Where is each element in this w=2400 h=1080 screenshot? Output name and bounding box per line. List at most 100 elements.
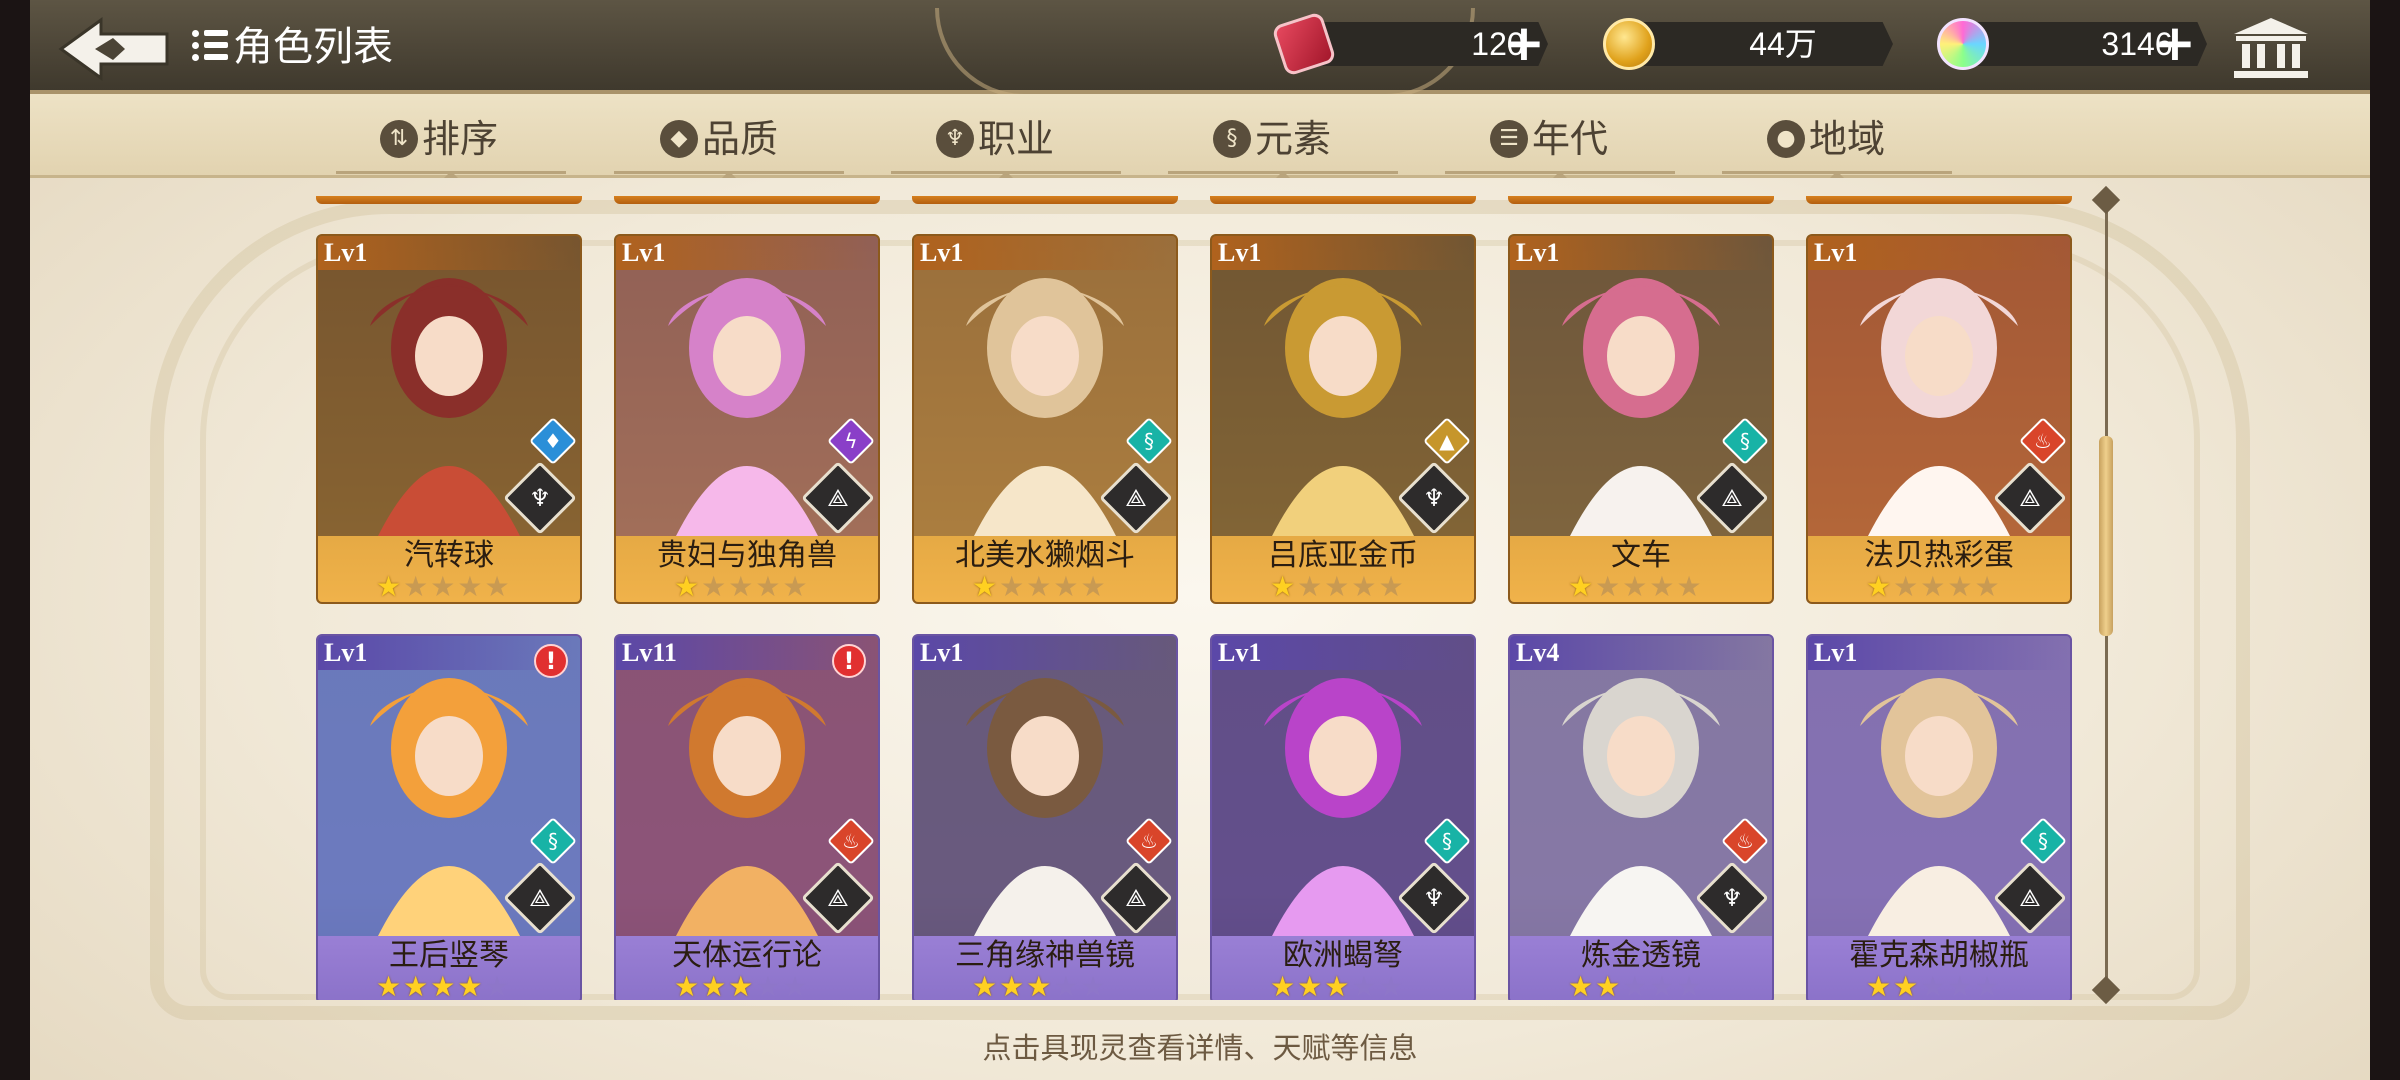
- list-icon: [192, 30, 228, 64]
- tab-divider: [1722, 171, 1952, 178]
- star-empty-icon: ★: [1649, 570, 1675, 603]
- star-empty-icon: ★: [1893, 570, 1919, 603]
- alert-icon: !: [534, 644, 568, 678]
- scrollbar[interactable]: [2091, 185, 2121, 1005]
- star-empty-icon: ★: [1080, 970, 1106, 1001]
- gold-coin-icon: [1603, 18, 1655, 70]
- filter-bar: ⇅ 排序 ◆ 品质 ♆ 职业 § 元素 ☰ 年代 ● 地域: [30, 94, 2370, 178]
- character-card[interactable]: Lv1 ▲ ♆ 吕底亚金币 ★ ★ ★ ★ ★: [1210, 234, 1476, 604]
- star-filled-icon: ★: [403, 970, 429, 1001]
- star-empty-icon: ★: [1378, 970, 1404, 1001]
- character-card[interactable]: Lv1 § ⟁ 文车 ★ ★ ★ ★ ★: [1508, 234, 1774, 604]
- star-empty-icon: ★: [1595, 570, 1621, 603]
- rainbow-gem-icon: [1937, 18, 1989, 70]
- character-card[interactable]: Lv1 § ♆ 欧洲蝎弩 ★ ★ ★ ★ ★: [1210, 634, 1476, 1000]
- character-card[interactable]: Lv1 ♦ ♆ 汽转球 ★ ★ ★ ★ ★: [316, 234, 582, 604]
- tab-label: 年代: [1532, 117, 1609, 161]
- star-empty-icon: ★: [430, 570, 456, 603]
- star-rating: ★ ★ ★ ★ ★: [1270, 572, 1404, 602]
- level-label: Lv1: [318, 236, 580, 270]
- star-empty-icon: ★: [1676, 570, 1702, 603]
- star-empty-icon: ★: [728, 570, 754, 603]
- character-card[interactable]: Lv1 ϟ ⟁ 贵妇与独角兽 ★ ★ ★ ★ ★: [614, 234, 880, 604]
- star-empty-icon: ★: [1080, 570, 1106, 603]
- star-filled-icon: ★: [701, 970, 727, 1001]
- sort-icon: ⇅: [380, 120, 418, 158]
- star-filled-icon: ★: [1893, 970, 1919, 1001]
- level-label: Lv1: [1808, 636, 2070, 670]
- star-filled-icon: ★: [1568, 570, 1594, 603]
- level-label: Lv1: [1808, 236, 2070, 270]
- star-filled-icon: ★: [674, 970, 700, 1001]
- page-title: 角色列表: [233, 24, 393, 70]
- star-empty-icon: ★: [1351, 970, 1377, 1001]
- character-card[interactable]: Lv11 ♨ ⟁! 天体运行论 ★ ★ ★ ★ ★: [614, 634, 880, 1000]
- tab-class[interactable]: ♆ 职业: [936, 114, 1054, 164]
- character-card[interactable]: Lv1 ♨ ⟁ 三角缘神兽镜 ★ ★ ★ ★ ★: [912, 634, 1178, 1000]
- tab-era[interactable]: ☰ 年代: [1490, 114, 1608, 164]
- star-filled-icon: ★: [1595, 970, 1621, 1001]
- add-ticket-button[interactable]: +: [1502, 18, 1546, 68]
- character-card[interactable]: Lv1 § ⟁! 王后竖琴 ★ ★ ★ ★ ★: [316, 634, 582, 1000]
- star-filled-icon: ★: [376, 970, 402, 1001]
- star-filled-icon: ★: [728, 970, 754, 1001]
- star-empty-icon: ★: [1622, 970, 1648, 1001]
- star-filled-icon: ★: [1270, 970, 1296, 1001]
- character-card[interactable]: Lv4 ♨ ♆ 炼金透镜 ★ ★ ★ ★ ★: [1508, 634, 1774, 1000]
- level-label: Lv4: [1510, 636, 1772, 670]
- scroll-thumb[interactable]: [2099, 436, 2113, 636]
- ticket-value: 120: [1471, 26, 1525, 62]
- star-filled-icon: ★: [1026, 970, 1052, 1001]
- star-rating: ★ ★ ★ ★ ★: [674, 572, 808, 602]
- star-filled-icon: ★: [1324, 970, 1350, 1001]
- tab-element[interactable]: § 元素: [1213, 114, 1331, 164]
- level-label: Lv1: [914, 236, 1176, 270]
- region-icon: ●: [1767, 120, 1805, 158]
- tab-region[interactable]: ● 地域: [1767, 114, 1885, 164]
- footer-hint: 点击具现灵查看详情、天赋等信息: [982, 1031, 1418, 1065]
- character-card[interactable]: Lv1 ♨ ⟁ 法贝热彩蛋 ★ ★ ★ ★ ★: [1806, 234, 2072, 604]
- tab-label: 排序: [422, 117, 499, 161]
- star-empty-icon: ★: [1026, 570, 1052, 603]
- star-rating: ★ ★ ★ ★ ★: [972, 572, 1106, 602]
- tab-label: 元素: [1255, 117, 1332, 161]
- star-rating: ★ ★ ★ ★ ★: [376, 970, 510, 1001]
- tab-sort[interactable]: ⇅ 排序: [380, 114, 498, 164]
- star-empty-icon: ★: [1297, 570, 1323, 603]
- character-grid[interactable]: Lv1 ♦ ♆ 汽转球 ★ ★ ★ ★ ★ Lv1 ϟ ⟁ 贵妇与独角兽 ★ ★ ★ ★ ★ Lv1 § ⟁ 北美水獭烟斗…: [316, 196, 2076, 1000]
- tab-quality[interactable]: ◆ 品质: [660, 114, 778, 164]
- star-empty-icon: ★: [1676, 970, 1702, 1001]
- alert-icon: !: [832, 644, 866, 678]
- gold-value: 44万: [1749, 26, 1817, 62]
- star-filled-icon: ★: [1297, 970, 1323, 1001]
- star-empty-icon: ★: [1920, 970, 1946, 1001]
- back-button[interactable]: [55, 14, 175, 84]
- star-filled-icon: ★: [1866, 970, 1892, 1001]
- star-empty-icon: ★: [1974, 970, 2000, 1001]
- star-rating: ★ ★ ★ ★ ★: [1568, 572, 1702, 602]
- bank-icon[interactable]: [2232, 16, 2310, 80]
- level-label: Lv1: [1510, 236, 1772, 270]
- character-card[interactable]: Lv1 § ⟁ 霍克森胡椒瓶 ★ ★ ★ ★ ★: [1806, 634, 2072, 1000]
- star-empty-icon: ★: [457, 570, 483, 603]
- star-rating: ★ ★ ★ ★ ★: [1270, 970, 1404, 1001]
- tab-label: 品质: [702, 117, 779, 161]
- star-empty-icon: ★: [1378, 570, 1404, 603]
- star-empty-icon: ★: [999, 570, 1025, 603]
- star-empty-icon: ★: [403, 570, 429, 603]
- character-card[interactable]: Lv1 § ⟁ 北美水獭烟斗 ★ ★ ★ ★ ★: [912, 234, 1178, 604]
- star-filled-icon: ★: [1866, 570, 1892, 603]
- gem-value: 3146: [2101, 26, 2173, 62]
- star-rating: ★ ★ ★ ★ ★: [1866, 970, 2000, 1001]
- star-empty-icon: ★: [1324, 570, 1350, 603]
- add-gem-button[interactable]: +: [2153, 18, 2197, 68]
- star-filled-icon: ★: [430, 970, 456, 1001]
- level-label: Lv1: [1212, 636, 1474, 670]
- star-empty-icon: ★: [484, 570, 510, 603]
- star-filled-icon: ★: [674, 570, 700, 603]
- tab-divider: [891, 171, 1121, 178]
- star-empty-icon: ★: [1947, 970, 1973, 1001]
- star-empty-icon: ★: [1974, 570, 2000, 603]
- tab-divider: [1445, 171, 1675, 178]
- star-filled-icon: ★: [457, 970, 483, 1001]
